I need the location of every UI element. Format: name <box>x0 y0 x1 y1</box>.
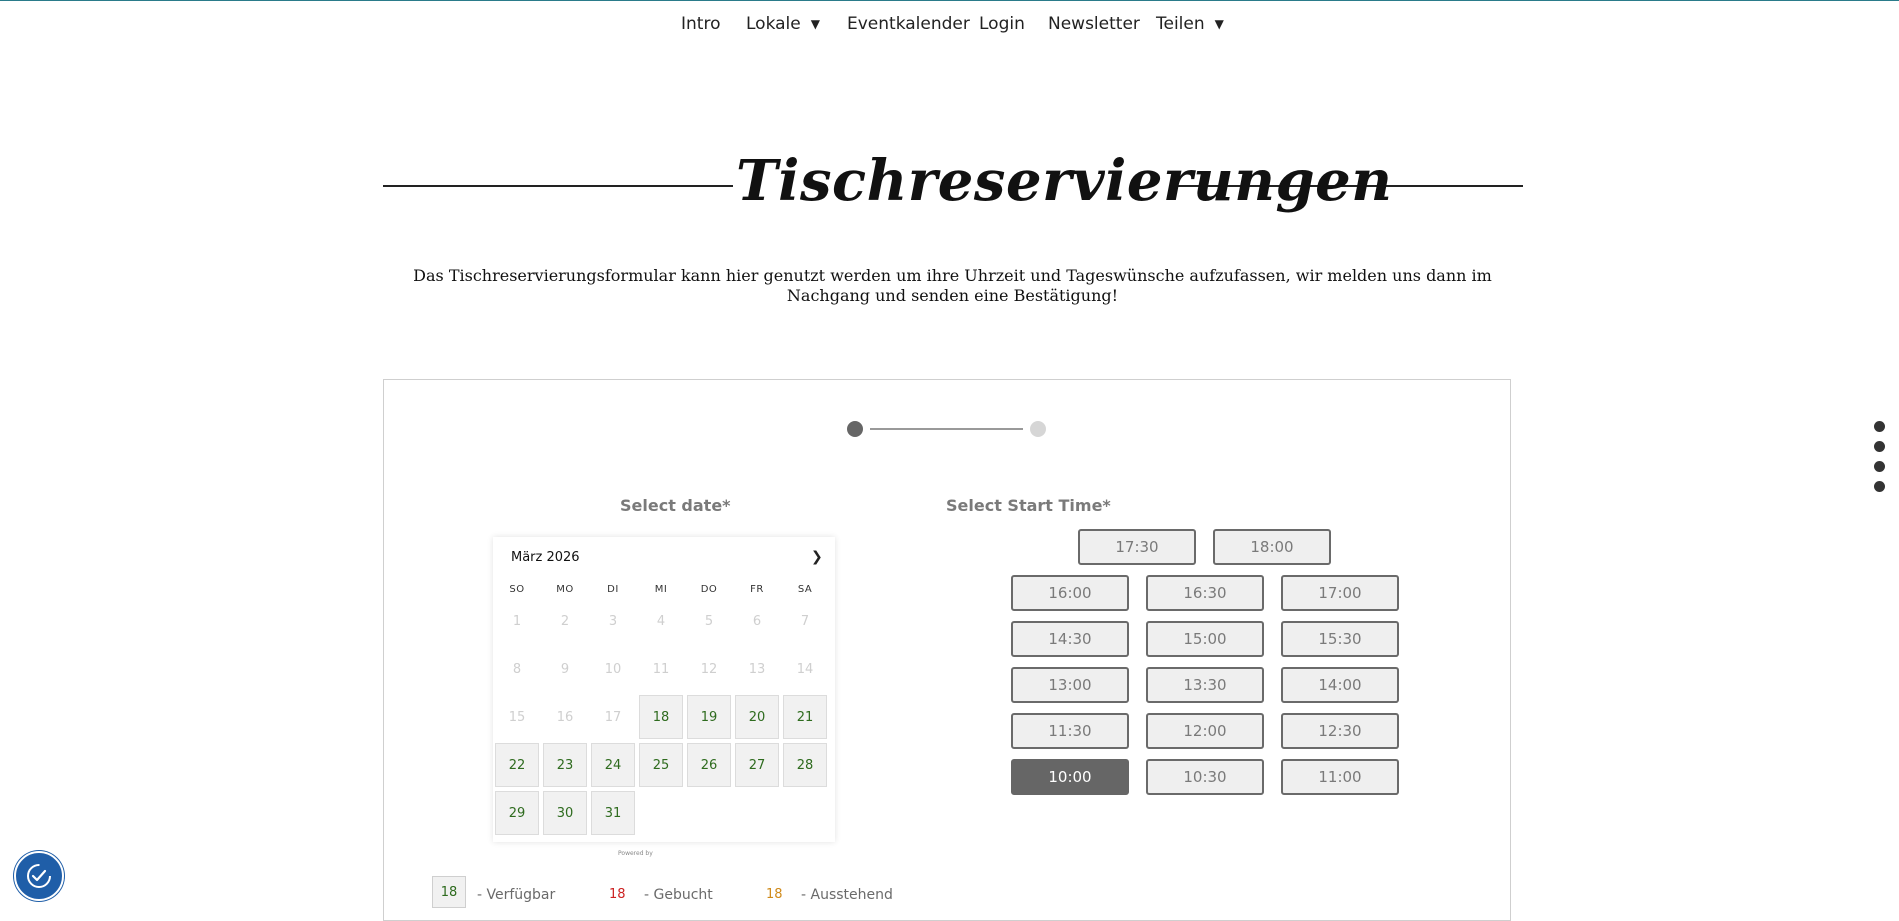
weekday-header: MI <box>654 584 668 595</box>
time-slot[interactable]: 17:30 <box>1078 529 1196 565</box>
nav-eventkalender-label: Eventkalender <box>847 14 970 34</box>
weekday-header: FR <box>750 584 764 595</box>
legend-available-number: 18 <box>440 884 458 900</box>
calendar-day-available[interactable]: 21 <box>783 695 827 739</box>
calendar-day-disabled: 3 <box>608 613 618 629</box>
calendar-day-disabled: 15 <box>508 709 526 725</box>
calendar-month: März 2026 <box>511 550 580 565</box>
language-flag-icon[interactable] <box>1874 461 1885 472</box>
weekday-header: SO <box>509 584 525 595</box>
time-slot[interactable]: 13:00 <box>1011 667 1129 703</box>
nav-newsletter-label: Newsletter <box>1048 14 1140 34</box>
step-connector <box>870 428 1023 430</box>
accessibility-button[interactable] <box>14 851 64 901</box>
time-slot[interactable]: 11:30 <box>1011 713 1129 749</box>
nav-login[interactable]: Login <box>979 14 1025 34</box>
chevron-down-icon: ▼ <box>1214 17 1224 31</box>
calendar-day-disabled: 1 <box>512 613 522 629</box>
calendar-day-disabled: 7 <box>800 613 810 629</box>
time-slot[interactable]: 14:00 <box>1281 667 1399 703</box>
chevron-right-icon[interactable]: ❯ <box>811 549 823 565</box>
legend-booked-number: 18 <box>609 887 626 902</box>
time-slot[interactable]: 12:00 <box>1146 713 1264 749</box>
nav-teilen-label: Teilen <box>1156 14 1205 34</box>
time-slot[interactable]: 17:00 <box>1281 575 1399 611</box>
language-flag-icon[interactable] <box>1874 441 1885 452</box>
calendar-day-disabled: 11 <box>652 661 670 677</box>
legend-booked-label: - Gebucht <box>644 887 713 903</box>
legend-pending-label: - Ausstehend <box>801 887 893 903</box>
language-flag-icon[interactable] <box>1874 421 1885 432</box>
nav-eventkalender[interactable]: Eventkalender <box>847 14 970 34</box>
calendar-day-available[interactable]: 26 <box>687 743 731 787</box>
calendar-day-disabled: 4 <box>656 613 666 629</box>
weekday-header: MO <box>556 584 574 595</box>
time-slot[interactable]: 14:30 <box>1011 621 1129 657</box>
calendar-day-available[interactable]: 31 <box>591 791 635 835</box>
calendar-day-disabled: 12 <box>700 661 718 677</box>
calendar-day-disabled: 2 <box>560 613 570 629</box>
nav-intro[interactable]: Intro <box>681 14 720 34</box>
calendar-day-available[interactable]: 28 <box>783 743 827 787</box>
nav-intro-label: Intro <box>681 14 721 34</box>
time-slot[interactable]: 11:00 <box>1281 759 1399 795</box>
time-slot[interactable]: 16:30 <box>1146 575 1264 611</box>
legend-available-swatch: 18 <box>432 876 466 908</box>
intro-text: Das Tischreservierungsformular kann hier… <box>413 266 1492 305</box>
time-slot-selected[interactable]: 10:00 <box>1011 759 1129 795</box>
legend-available-label: - Verfügbar <box>477 887 556 903</box>
time-slot[interactable]: 13:30 <box>1146 667 1264 703</box>
nav-lokale[interactable]: Lokale ▼ <box>746 14 820 34</box>
date-picker: März 2026 ❯ SO MO DI MI DO FR SA 1 2 3 4 5 6 7 8 9 10 11 1… <box>493 537 835 842</box>
time-slot[interactable]: 10:30 <box>1146 759 1264 795</box>
calendar-day-disabled: 16 <box>556 709 574 725</box>
calendar-day-disabled: 9 <box>560 661 570 677</box>
time-slot[interactable]: 16:00 <box>1011 575 1129 611</box>
accessibility-icon <box>27 864 51 888</box>
calendar-day-available[interactable]: 20 <box>735 695 779 739</box>
nav-teilen[interactable]: Teilen ▼ <box>1156 14 1224 34</box>
time-slot[interactable]: 12:30 <box>1281 713 1399 749</box>
main-nav: Intro Lokale ▼ Eventkalender Login Newsle… <box>0 0 1899 52</box>
select-time-label: Select Start Time* <box>946 496 1111 515</box>
chevron-down-icon: ▼ <box>810 17 820 31</box>
calendar-day-disabled: 6 <box>752 613 762 629</box>
weekday-header: DO <box>700 584 718 595</box>
calendar-day-disabled: 5 <box>704 613 714 629</box>
nav-newsletter[interactable]: Newsletter <box>1048 14 1140 34</box>
select-date-label: Select date* <box>620 496 731 515</box>
calendar-day-disabled: 13 <box>748 661 766 677</box>
calendar-day-available[interactable]: 25 <box>639 743 683 787</box>
calendar-day-disabled: 14 <box>796 661 814 677</box>
time-slot[interactable]: 18:00 <box>1213 529 1331 565</box>
language-flag-icon[interactable] <box>1874 481 1885 492</box>
page-title: Tischreservierungen <box>736 148 1393 214</box>
weekday-header: DI <box>607 584 619 595</box>
step-indicator-2[interactable] <box>1030 421 1046 437</box>
nav-login-label: Login <box>979 14 1025 34</box>
calendar-day-disabled: 17 <box>604 709 622 725</box>
nav-lokale-label: Lokale <box>746 14 801 34</box>
calendar-day-available[interactable]: 27 <box>735 743 779 787</box>
calendar-day-available[interactable]: 22 <box>495 743 539 787</box>
calendar-day-available[interactable]: 24 <box>591 743 635 787</box>
powered-by: Powered by <box>618 850 653 857</box>
calendar-day-disabled: 10 <box>604 661 622 677</box>
legend-pending-number: 18 <box>766 887 783 902</box>
calendar-day-available[interactable]: 23 <box>543 743 587 787</box>
calendar-day-available[interactable]: 30 <box>543 791 587 835</box>
calendar-day-available[interactable]: 18 <box>639 695 683 739</box>
time-slot[interactable]: 15:00 <box>1146 621 1264 657</box>
step-indicator-1[interactable] <box>847 421 863 437</box>
weekday-header: SA <box>797 584 813 595</box>
calendar-day-disabled: 8 <box>512 661 522 677</box>
title-divider-left <box>383 185 733 187</box>
time-slot[interactable]: 15:30 <box>1281 621 1399 657</box>
calendar-day-available[interactable]: 19 <box>687 695 731 739</box>
calendar-day-available[interactable]: 29 <box>495 791 539 835</box>
